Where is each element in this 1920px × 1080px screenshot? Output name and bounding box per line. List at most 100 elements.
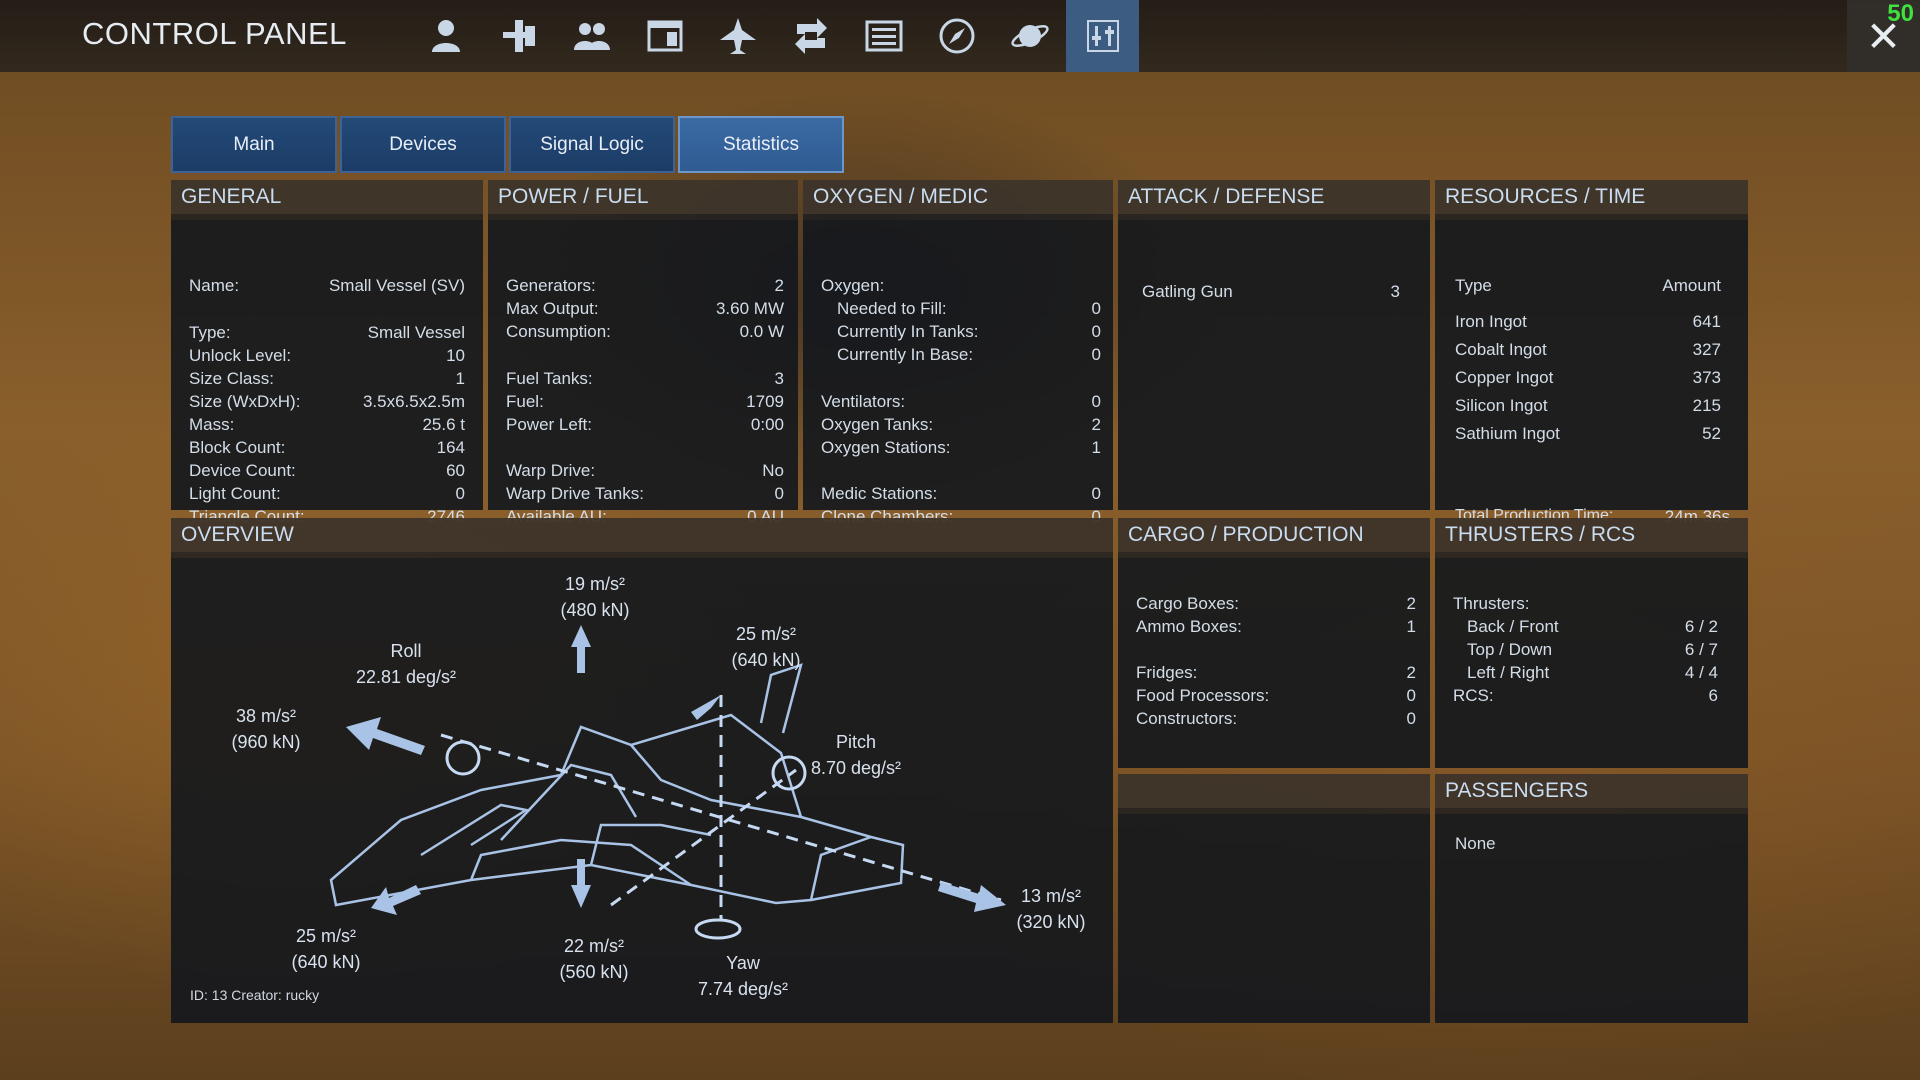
ship-outline [329,663,905,907]
oxygen-row-value: 0 [1091,392,1101,411]
thrust-down-accel: 22 m/s² [563,936,624,956]
power-fuel-panel: POWER / FUEL Generators: 2 Max Output: 3… [488,180,798,526]
oxygen-medic-panel: OXYGEN / MEDIC Oxygen: Needed to Fill: 0… [803,180,1113,526]
thrust-left-force: (640 kN) [291,952,361,972]
cargo-value: 2 [1406,663,1416,682]
power-value: 0:00 [750,415,784,434]
general-value: 1 [455,369,465,388]
empty-panel [1118,774,1430,1023]
structure-icon[interactable] [482,0,555,72]
power-label: Generators: [506,276,596,295]
passengers-body: None [1435,814,1748,1023]
thrust-forward-accel: 13 m/s² [1020,886,1081,906]
cargo-label: Food Processors: [1136,686,1270,705]
general-body: Name: Small Vessel (SV) Type: Small Vess… [171,220,483,526]
oxygen-label: Oxygen: [821,276,885,295]
general-label: Mass: [189,415,235,434]
attack-defense-body: Gatling Gun 3 [1118,220,1430,510]
general-panel: GENERAL Name: Small Vessel (SV) Type: Sm… [171,180,483,526]
oxygen-row-value: 0 [1091,299,1101,318]
list-icon[interactable] [847,0,920,72]
thruster-row-label: Top / Down [1467,640,1553,659]
registry-icon[interactable] [628,0,701,72]
resources-time-panel: RESOURCES / TIME Type Amount Iron Ingot … [1435,180,1748,526]
general-label: Block Count: [189,438,286,457]
cargo-label: Ammo Boxes: [1136,617,1242,636]
top-bar: CONTROL PANEL ✕ 50 [0,0,1920,72]
compass-icon[interactable] [920,0,993,72]
resources-time-body: Type Amount Iron Ingot 641 Cobalt Ingot … [1435,220,1748,526]
power-label: Warp Drive Tanks: [506,484,644,503]
general-label: Size Class: [189,369,275,388]
tab-main[interactable]: Main [171,116,337,173]
thruster-row-value: 6 / 2 [1684,617,1718,636]
oxygen-row-label: Currently In Base: [837,345,974,364]
thrust-back-force: (960 kN) [231,732,301,752]
passengers-panel: PASSENGERS None [1435,774,1748,1023]
transfer-icon[interactable] [774,0,847,72]
general-header: GENERAL [171,180,483,214]
thrusters-rcs-body: Thrusters: Back / Front 6 / 2 Top / Down… [1435,558,1748,768]
general-value: 10 [446,346,465,365]
thrusters-label: Thrusters: [1453,594,1530,613]
general-value: 60 [446,461,465,480]
thruster-row-label: Left / Right [1467,663,1550,682]
general-label: Unlock Level: [189,346,292,365]
general-value: 3.5x6.5x2.5m [362,392,465,411]
resource-value: 52 [1702,424,1721,443]
yaw-name: Yaw [726,953,760,973]
power-label: Max Output: [506,299,599,318]
rcs-label: RCS: [1453,686,1494,705]
roll-name: Roll [390,641,422,661]
passengers-value: None [1455,834,1496,853]
thruster-row-label: Back / Front [1467,617,1559,636]
general-value: Small Vessel [367,323,465,342]
statistics-icon[interactable] [1066,0,1139,72]
oxygen-row-label: Currently In Tanks: [837,322,979,341]
empty-panel-header [1118,774,1430,808]
yaw-value: 7.74 deg/s² [697,979,789,999]
roll-value: 22.81 deg/s² [355,667,457,687]
oxygen-row-label: Ventilators: [821,392,906,411]
tab-devices[interactable]: Devices [340,116,506,173]
fps-counter: 50 [1887,0,1914,27]
general-value: 25.6 t [422,415,465,434]
oxygen-row-value: 0 [1091,345,1101,364]
player-icon[interactable] [409,0,482,72]
power-value: 3 [774,369,784,388]
cargo-label: Constructors: [1136,709,1238,728]
vessel-icon[interactable] [701,0,774,72]
thrust-up-accel: 19 m/s² [564,574,625,594]
planet-icon[interactable] [993,0,1066,72]
general-label: Type: [189,323,231,342]
cargo-value: 1 [1406,617,1416,636]
faction-icon[interactable] [555,0,628,72]
pitch-name: Pitch [835,732,877,752]
oxygen-row-label: Oxygen Stations: [821,438,951,457]
oxygen-row-value: 0 [1091,322,1101,341]
general-value: 164 [436,438,465,457]
general-label: Size (WxDxH): [189,392,301,411]
pitch-value: 8.70 deg/s² [810,758,902,778]
tab-signal-logic[interactable]: Signal Logic [509,116,675,173]
oxygen-medic-header: OXYGEN / MEDIC [803,180,1113,214]
resources-time-header: RESOURCES / TIME [1435,180,1748,214]
cargo-production-body: Cargo Boxes: 2 Ammo Boxes: 1 Fridges: 2 … [1118,558,1430,768]
oxygen-medic-body: Oxygen: Needed to Fill: 0 Currently In T… [803,220,1113,526]
cargo-label: Cargo Boxes: [1136,594,1239,613]
oxygen-row-label: Oxygen Tanks: [821,415,934,434]
rotation-markers [445,740,807,940]
thrusters-rcs-panel: THRUSTERS / RCS Thrusters: Back / Front … [1435,518,1748,768]
cargo-production-header: CARGO / PRODUCTION [1118,518,1430,552]
power-label: Power Left: [506,415,592,434]
oxygen-row-value: 2 [1091,415,1101,434]
power-value: 3.60 MW [715,299,784,318]
tab-statistics[interactable]: Statistics [678,116,844,173]
power-value: 0 [774,484,784,503]
resource-label: Sathium Ingot [1455,424,1560,443]
general-value: 0 [455,484,465,503]
power-label: Fuel Tanks: [506,369,593,388]
thrust-down-force: (560 kN) [559,962,629,982]
cargo-production-panel: CARGO / PRODUCTION Cargo Boxes: 2 Ammo B… [1118,518,1430,768]
thrust-left-accel: 25 m/s² [295,926,356,946]
